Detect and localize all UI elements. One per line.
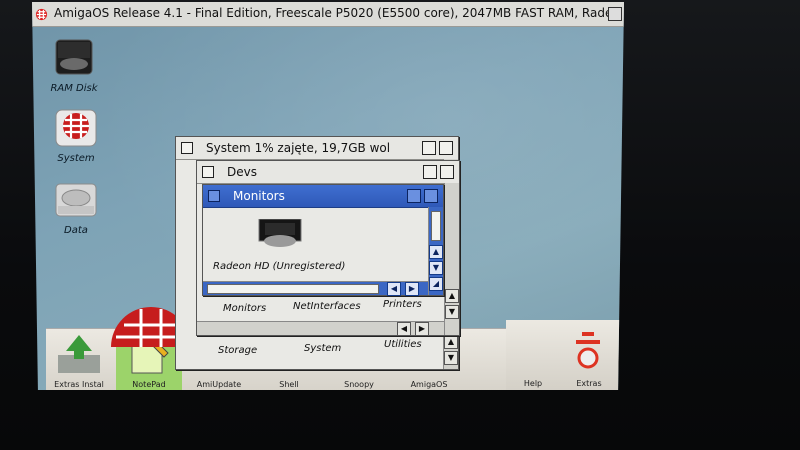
resize-gadget[interactable]: ◢ bbox=[429, 277, 443, 291]
screen-title: AmigaOS Release 4.1 - Final Edition, Fre… bbox=[54, 6, 620, 20]
zoom-gadget[interactable] bbox=[407, 189, 421, 203]
dock-label: Shell bbox=[279, 380, 299, 389]
window-title-bar[interactable]: System 1% zajęte, 19,7GB wol bbox=[176, 137, 458, 160]
monitor-icon[interactable] bbox=[257, 218, 303, 249]
vertical-scrollbar[interactable]: ▲ ▼ ◢ bbox=[428, 207, 443, 295]
drawer-printers[interactable]: Printers bbox=[383, 299, 422, 310]
dock-label: AmigaOS bbox=[410, 380, 448, 389]
scroll-right-arrow[interactable]: ▶ bbox=[415, 322, 429, 336]
depth-gadget[interactable] bbox=[439, 141, 453, 155]
close-gadget[interactable] bbox=[202, 166, 214, 178]
drawer-netinterfaces[interactable]: NetInterfaces bbox=[293, 301, 361, 312]
window-title-bar[interactable]: Devs bbox=[197, 161, 459, 184]
scroll-up-arrow[interactable]: ▲ bbox=[445, 289, 459, 303]
desktop-icon-data[interactable]: Data bbox=[36, 178, 116, 236]
scroll-down-arrow[interactable]: ▼ bbox=[445, 305, 459, 319]
scroll-down-arrow[interactable]: ▼ bbox=[429, 261, 443, 275]
workbench-screen: AmigaOS Release 4.1 - Final Edition, Fre… bbox=[32, 2, 624, 390]
screen-title-bar: AmigaOS Release 4.1 - Final Edition, Fre… bbox=[32, 2, 624, 27]
drawer-storage[interactable]: Storage bbox=[218, 345, 257, 356]
desktop-icon-ram-disk[interactable]: RAM Disk bbox=[34, 36, 114, 94]
amiga-boing-icon[interactable] bbox=[35, 8, 48, 21]
install-arrow-icon bbox=[58, 335, 100, 373]
ram-disk-icon bbox=[52, 36, 96, 80]
scroll-right-arrow[interactable]: ▶ bbox=[405, 282, 419, 296]
dock-label: Extras bbox=[576, 379, 602, 388]
depth-gadget[interactable] bbox=[424, 189, 438, 203]
dock-item-extras[interactable]: Extras bbox=[556, 328, 622, 390]
dock-item-extras-install[interactable]: Extras Instal bbox=[46, 329, 112, 390]
window-title: Devs bbox=[227, 165, 257, 179]
window-monitors[interactable]: Monitors Radeon HD (Unregistered) ◀ ▶ ▲ … bbox=[202, 184, 444, 296]
horizontal-scrollbar[interactable]: ◀ ▶ bbox=[197, 321, 445, 336]
drawer-utilities[interactable]: Utilities bbox=[384, 339, 422, 350]
depth-gadget[interactable] bbox=[440, 165, 454, 179]
desktop-icon-label: System bbox=[57, 153, 95, 164]
dock-label: AmiUpdate bbox=[196, 380, 242, 389]
scroll-up-arrow[interactable]: ▲ bbox=[444, 335, 458, 349]
scroll-left-arrow[interactable]: ◀ bbox=[387, 282, 401, 296]
drawer-system[interactable]: System bbox=[304, 343, 341, 354]
scroll-left-arrow[interactable]: ◀ bbox=[397, 322, 411, 336]
zoom-gadget[interactable] bbox=[422, 141, 436, 155]
hard-drive-icon bbox=[54, 178, 98, 222]
window-title-bar[interactable]: Monitors bbox=[203, 185, 443, 208]
desktop-icon-system[interactable]: System bbox=[36, 106, 116, 164]
close-gadget[interactable] bbox=[181, 142, 193, 154]
scroll-knob[interactable] bbox=[431, 211, 441, 241]
amidock-right: Help Extras bbox=[506, 320, 624, 390]
extras-icon bbox=[576, 332, 600, 369]
scroll-knob[interactable] bbox=[207, 284, 379, 294]
window-title: System 1% zajęte, 19,7GB wol bbox=[206, 141, 391, 155]
horizontal-scrollbar[interactable]: ◀ ▶ bbox=[203, 281, 429, 296]
window-title: Monitors bbox=[233, 189, 285, 203]
vertical-scrollbar[interactable]: ▲ ▼ bbox=[444, 183, 459, 335]
scroll-up-arrow[interactable]: ▲ bbox=[429, 245, 443, 259]
monitor-label[interactable]: Radeon HD (Unregistered) bbox=[213, 261, 345, 272]
dock-label: Extras Instal bbox=[54, 380, 104, 389]
dock-label: NotePad bbox=[132, 380, 166, 389]
screen-depth-gadget[interactable] bbox=[608, 7, 622, 21]
close-gadget[interactable] bbox=[208, 190, 220, 202]
scroll-down-arrow[interactable]: ▼ bbox=[444, 351, 458, 365]
desktop-icon-label: RAM Disk bbox=[50, 83, 98, 94]
dock-label: Snoopy bbox=[344, 380, 374, 389]
boing-ball-drive-icon bbox=[54, 106, 98, 150]
drawer-monitors[interactable]: Monitors bbox=[223, 303, 266, 314]
desktop-icon-label: Data bbox=[64, 225, 88, 236]
zoom-gadget[interactable] bbox=[423, 165, 437, 179]
